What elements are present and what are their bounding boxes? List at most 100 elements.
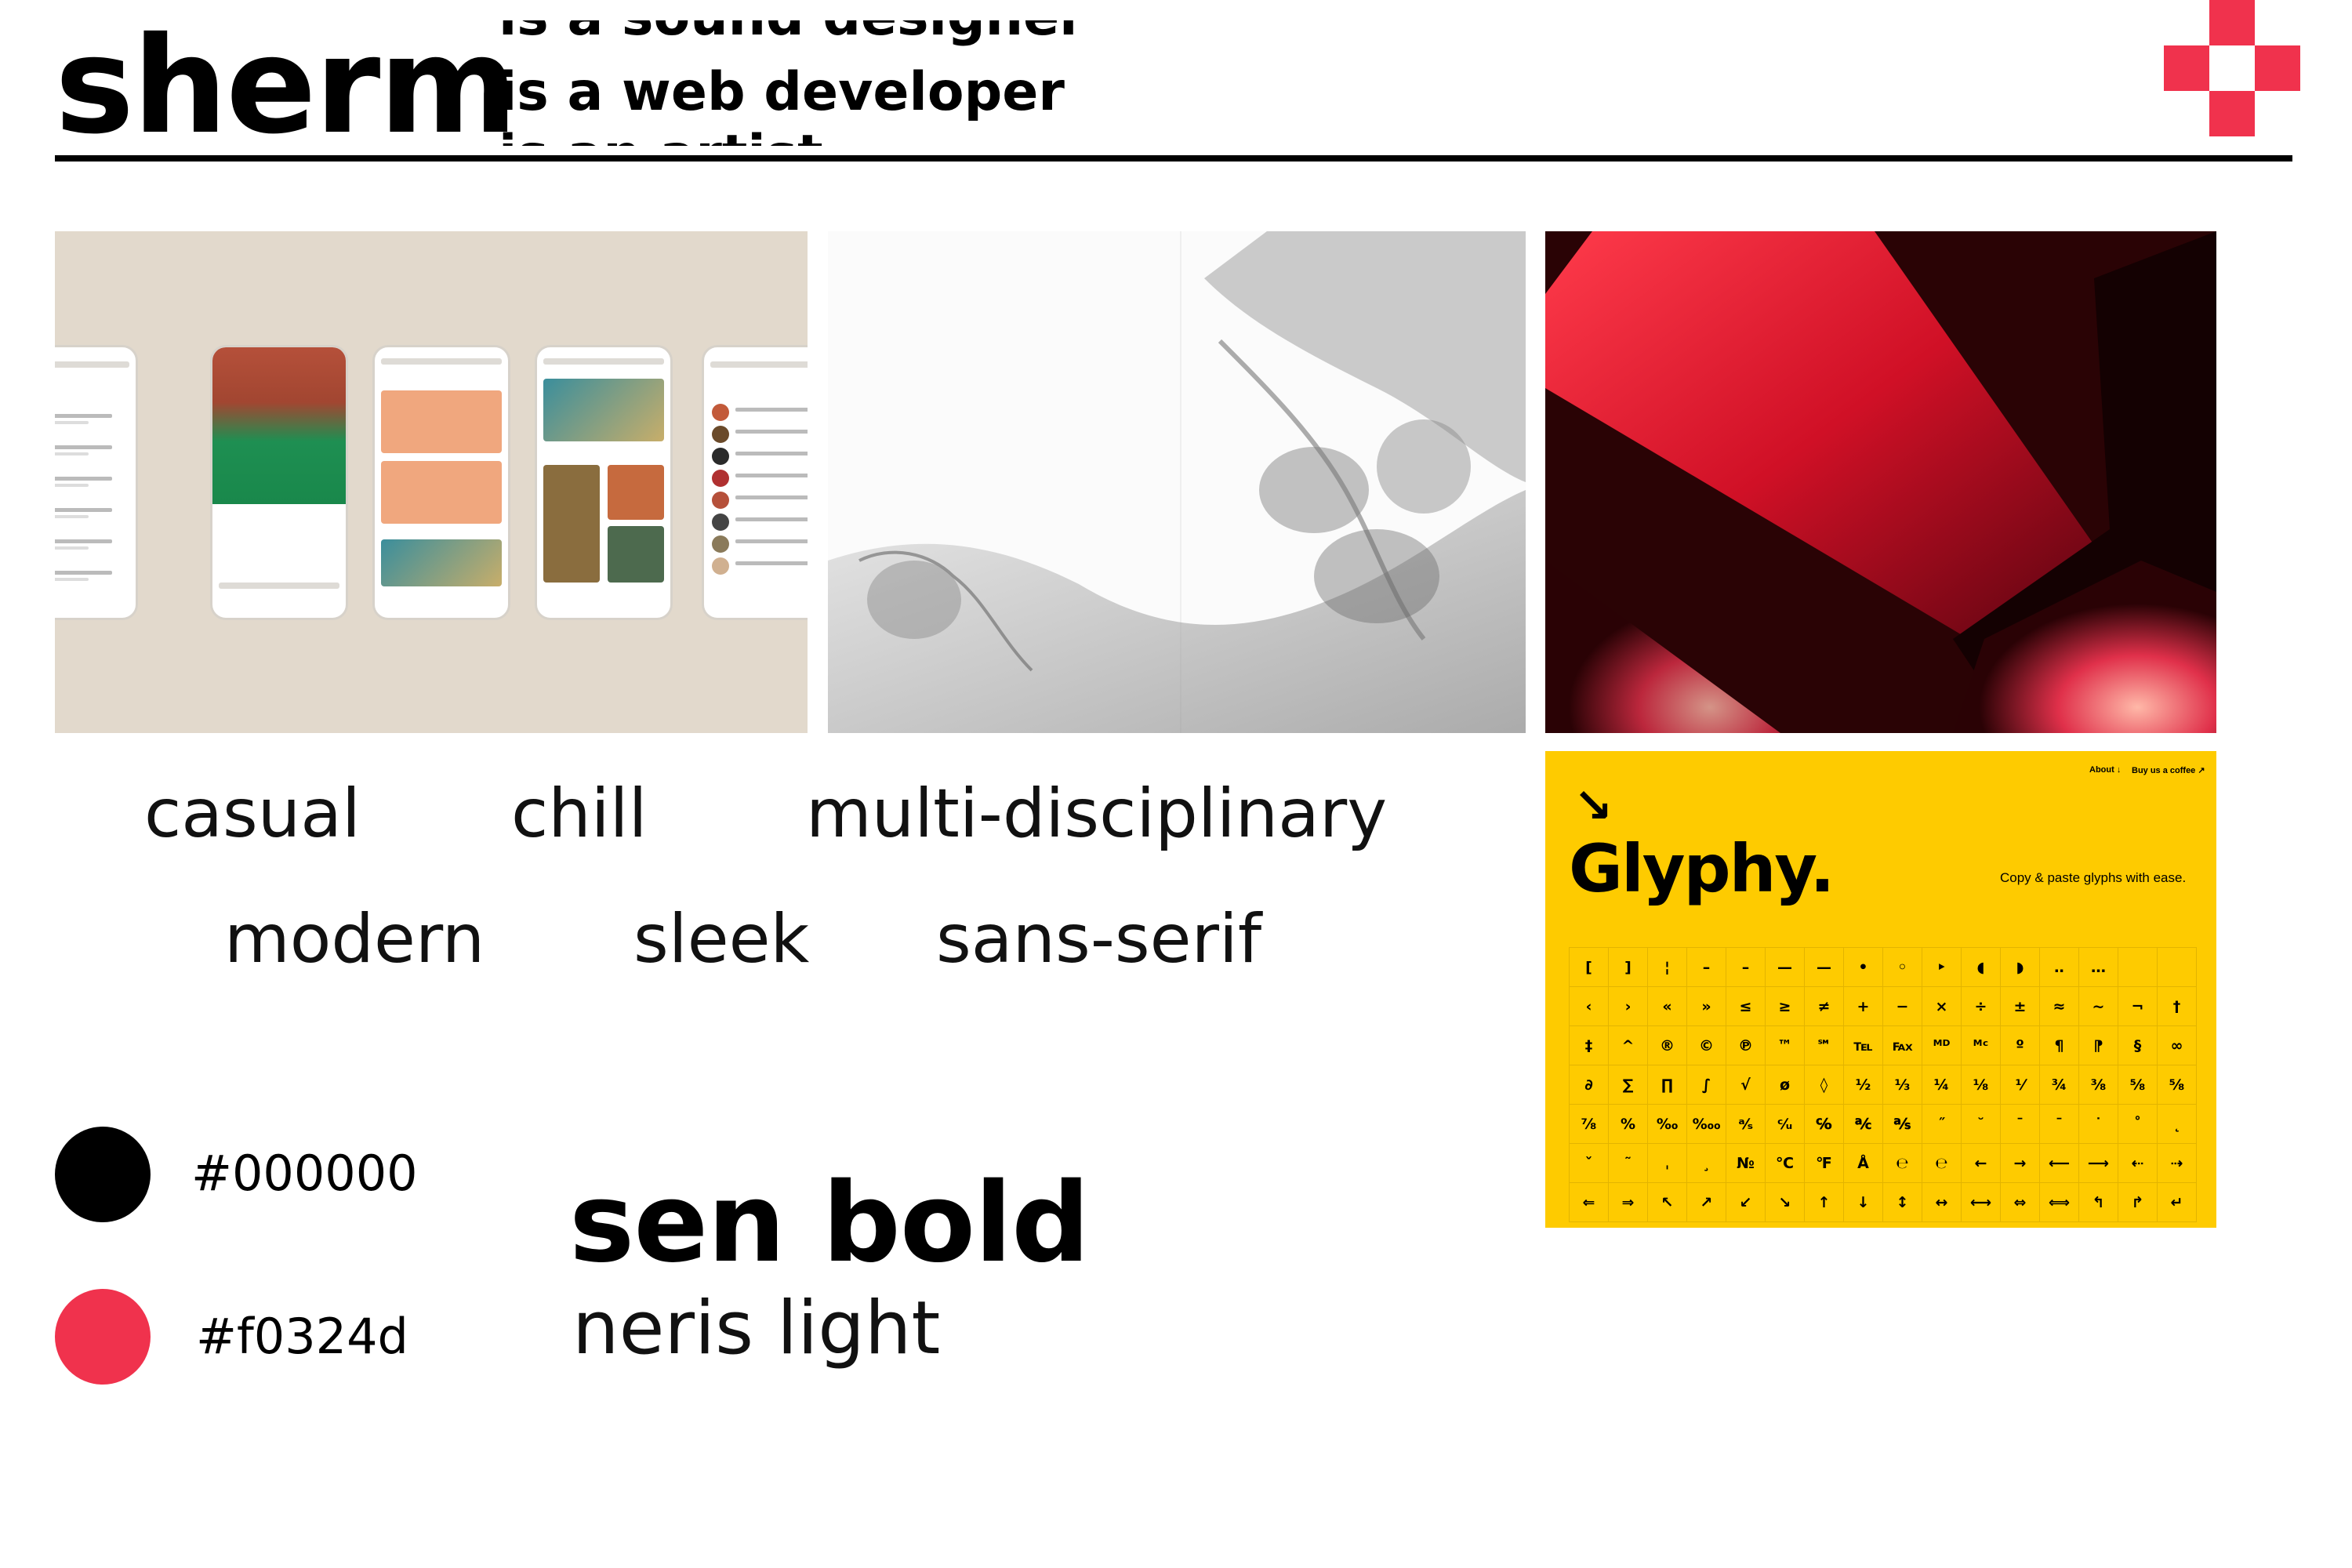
- glyph-cell[interactable]: ^: [1609, 1026, 1648, 1065]
- glyph-cell[interactable]: Å: [1844, 1144, 1883, 1183]
- glyph-cell[interactable]: —: [1766, 948, 1805, 987]
- glyph-cell[interactable]: ˘: [1962, 1105, 2001, 1144]
- glyph-cell[interactable]: ¼: [1922, 1065, 1962, 1105]
- glyph-cell[interactable]: «: [1648, 987, 1687, 1026]
- glyph-cell[interactable]: ∞: [2158, 1026, 2197, 1065]
- glyph-cell[interactable]: ›: [1609, 987, 1648, 1026]
- glyph-cell[interactable]: ⅛: [1962, 1065, 2001, 1105]
- glyph-cell[interactable]: ⇐: [1570, 1183, 1609, 1222]
- glyph-cell[interactable]: ℠: [1805, 1026, 1844, 1065]
- glyph-cell[interactable]: ℡: [1844, 1026, 1883, 1065]
- glyph-cell[interactable]: ˙: [2079, 1105, 2118, 1144]
- glyph-cell[interactable]: ©: [1687, 1026, 1726, 1065]
- glyph-cell[interactable]: ↙: [1726, 1183, 1766, 1222]
- glyph-cell[interactable]: ⅝: [2158, 1065, 2197, 1105]
- glyph-cell[interactable]: ‥: [2040, 948, 2079, 987]
- glyph-cell[interactable]: ¯: [2001, 1105, 2040, 1144]
- glyph-cell[interactable]: ↗: [1687, 1183, 1726, 1222]
- glyph-cell[interactable]: [2158, 948, 2197, 987]
- glyph-cell[interactable]: ˚: [2118, 1105, 2158, 1144]
- glyph-cell[interactable]: ↘: [1766, 1183, 1805, 1222]
- glyph-cell[interactable]: ⟺: [2040, 1183, 2079, 1222]
- glyph-cell[interactable]: ↰: [2079, 1183, 2118, 1222]
- glyph-cell[interactable]: ‡: [1570, 1026, 1609, 1065]
- glyph-cell[interactable]: ‹: [1570, 987, 1609, 1026]
- glyph-cell[interactable]: ⅟: [2001, 1065, 2040, 1105]
- glyph-cell[interactable]: ⅞: [1570, 1105, 1609, 1144]
- glyph-cell[interactable]: ˛: [2158, 1105, 2197, 1144]
- glyph-cell[interactable]: ℀: [1844, 1105, 1883, 1144]
- glyph-cell[interactable]: ¶: [2040, 1026, 2079, 1065]
- glyph-cell[interactable]: ¸: [1687, 1144, 1726, 1183]
- glyph-cell[interactable]: ∏: [1648, 1065, 1687, 1105]
- glyph-cell[interactable]: ◊: [1805, 1065, 1844, 1105]
- glyph-cell[interactable]: ∂: [1570, 1065, 1609, 1105]
- glyph-cell[interactable]: ∫: [1687, 1065, 1726, 1105]
- glyph-cell[interactable]: √: [1726, 1065, 1766, 1105]
- glyph-cell[interactable]: ↕: [1883, 1183, 1922, 1222]
- glyph-cell[interactable]: ˜: [1609, 1144, 1648, 1183]
- glyph-cell[interactable]: ]: [1609, 948, 1648, 987]
- glyph-cell[interactable]: ᴹᴰ: [1922, 1026, 1962, 1065]
- glyph-cell[interactable]: ™: [1766, 1026, 1805, 1065]
- glyph-cell[interactable]: ≤: [1726, 987, 1766, 1026]
- glyph-cell[interactable]: ◦: [1883, 948, 1922, 987]
- glyph-cell[interactable]: ×: [1922, 987, 1962, 1026]
- glyph-cell[interactable]: ℗: [1726, 1026, 1766, 1065]
- glyph-cell[interactable]: −: [1883, 987, 1922, 1026]
- glyph-cell[interactable]: º: [2001, 1026, 2040, 1065]
- glyph-cell[interactable]: ⇒: [1609, 1183, 1648, 1222]
- glyph-cell[interactable]: ◖: [1962, 948, 2001, 987]
- glyph-cell[interactable]: –: [1726, 948, 1766, 987]
- glyph-cell[interactable]: [2118, 948, 2158, 987]
- glyph-cell[interactable]: [: [1570, 948, 1609, 987]
- glyph-cell[interactable]: ᴹᶜ: [1962, 1026, 2001, 1065]
- glyph-cell[interactable]: ˉ: [2040, 1105, 2079, 1144]
- glyph-cell[interactable]: ↔: [1922, 1183, 1962, 1222]
- glyph-cell[interactable]: ⟶: [2079, 1144, 2118, 1183]
- glyph-cell[interactable]: ¦: [1648, 948, 1687, 987]
- glyph-cell[interactable]: ˝: [1922, 1105, 1962, 1144]
- glyph-cell[interactable]: ⇠: [2118, 1144, 2158, 1183]
- glyph-cell[interactable]: ⅓: [1883, 1065, 1922, 1105]
- glyph-cell[interactable]: ½: [1844, 1065, 1883, 1105]
- glyph-cell[interactable]: —: [1805, 948, 1844, 987]
- glyph-cell[interactable]: %: [1609, 1105, 1648, 1144]
- glyph-cell[interactable]: ⁋: [2079, 1026, 2118, 1065]
- glyph-cell[interactable]: •: [1844, 948, 1883, 987]
- glyph-cell[interactable]: →: [2001, 1144, 2040, 1183]
- glyph-cell[interactable]: ℁: [1883, 1105, 1922, 1144]
- glyph-cell[interactable]: ®: [1648, 1026, 1687, 1065]
- glyph-cell[interactable]: ᶜ⁄ᵤ: [1766, 1105, 1805, 1144]
- glyph-cell[interactable]: ≈: [2040, 987, 2079, 1026]
- glyph-cell[interactable]: ‰: [1648, 1105, 1687, 1144]
- glyph-cell[interactable]: ≠: [1805, 987, 1844, 1026]
- glyph-cell[interactable]: –: [1687, 948, 1726, 987]
- glyph-cell[interactable]: ℻: [1883, 1026, 1922, 1065]
- glyph-cell[interactable]: ˌ: [1648, 1144, 1687, 1183]
- glyph-cell[interactable]: ⇔: [2001, 1183, 2040, 1222]
- glyph-cell[interactable]: ↵: [2158, 1183, 2197, 1222]
- glyph-cell[interactable]: ℮: [1883, 1144, 1922, 1183]
- glyph-cell[interactable]: ˇ: [1570, 1144, 1609, 1183]
- glyph-cell[interactable]: ∑: [1609, 1065, 1648, 1105]
- glyph-cell[interactable]: ℅: [1805, 1105, 1844, 1144]
- glyph-cell[interactable]: ↖: [1648, 1183, 1687, 1222]
- glyph-cell[interactable]: ±: [2001, 987, 2040, 1026]
- glyph-cell[interactable]: ‣: [1922, 948, 1962, 987]
- glyph-cell[interactable]: №: [1726, 1144, 1766, 1183]
- glyph-cell[interactable]: ᵃ⁄ₛ: [1726, 1105, 1766, 1144]
- glyph-cell[interactable]: ℮: [1922, 1144, 1962, 1183]
- glyph-cell[interactable]: †: [2158, 987, 2197, 1026]
- glyph-cell[interactable]: ⟵: [2040, 1144, 2079, 1183]
- glyph-cell[interactable]: ↱: [2118, 1183, 2158, 1222]
- glyph-cell[interactable]: »: [1687, 987, 1726, 1026]
- glyph-cell[interactable]: ℃: [1766, 1144, 1805, 1183]
- glyph-cell[interactable]: ~: [2079, 987, 2118, 1026]
- glyph-cell[interactable]: ¾: [2040, 1065, 2079, 1105]
- glyph-cell[interactable]: ↓: [1844, 1183, 1883, 1222]
- glyph-cell[interactable]: ◗: [2001, 948, 2040, 987]
- glyph-cell[interactable]: ≥: [1766, 987, 1805, 1026]
- glyph-cell[interactable]: ÷: [1962, 987, 2001, 1026]
- glyph-cell[interactable]: ℉: [1805, 1144, 1844, 1183]
